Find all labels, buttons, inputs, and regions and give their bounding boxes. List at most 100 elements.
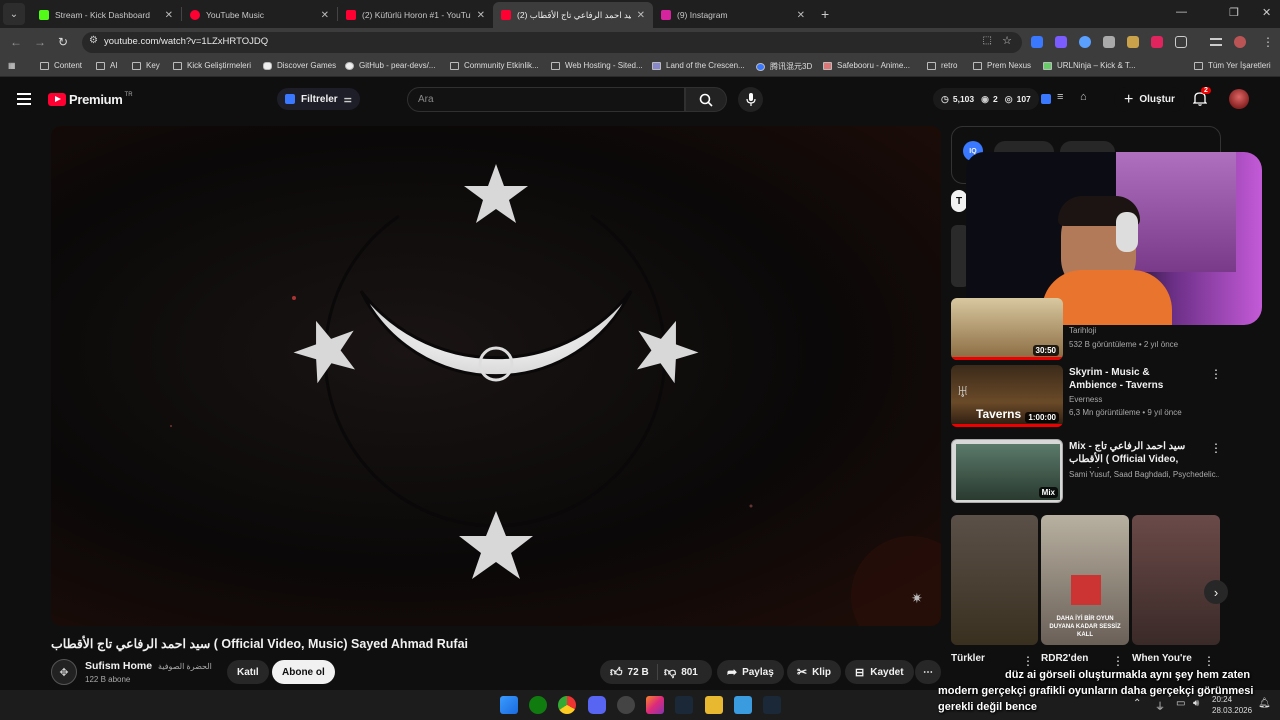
window-close-icon[interactable]: ✕ — [1262, 6, 1271, 19]
extension-icon[interactable] — [1127, 36, 1139, 48]
subscribe-button[interactable]: Abone ol — [272, 660, 335, 684]
filters-button[interactable]: Filtreler ⚌ — [277, 88, 360, 110]
account-avatar[interactable] — [1229, 89, 1249, 109]
reload-icon[interactable]: ↻ — [58, 35, 68, 49]
hamburger-menu-icon[interactable] — [17, 93, 31, 105]
close-tab-icon[interactable]: ✕ — [165, 10, 173, 21]
bookmark-link[interactable]: Web Hosting - Sited... — [551, 61, 643, 70]
bookmark-link[interactable]: Safebooru - Anime... — [823, 61, 910, 70]
short-title[interactable]: RDR2'den — [1041, 652, 1088, 665]
extension-icon[interactable] — [1041, 94, 1051, 104]
bookmark-star-icon[interactable]: ☆ — [1002, 34, 1012, 47]
dislike-button[interactable]: 👎︎ 801 — [658, 665, 698, 680]
tray-chevron-icon[interactable]: ⌃ — [1133, 698, 1141, 709]
obs-icon[interactable] — [617, 696, 635, 714]
new-tab-button[interactable]: + — [821, 6, 829, 22]
short-title[interactable]: Türkler — [951, 652, 985, 665]
bookmark-folder[interactable]: Content — [40, 61, 82, 70]
search-button[interactable] — [685, 87, 727, 112]
xbox-icon[interactable] — [529, 696, 547, 714]
volume-icon[interactable]: 🔊︎ — [1193, 698, 1199, 709]
file-explorer-icon[interactable] — [705, 696, 723, 714]
search-input[interactable]: Ara — [407, 87, 685, 112]
short-thumbnail[interactable]: DAHA İYİ BİR OYUN DUYANA KADAR SESSİZ KA… — [1041, 515, 1129, 645]
video-channel[interactable]: Tarihloji — [1069, 326, 1096, 335]
sidebar-chip-all[interactable]: T — [951, 190, 967, 212]
bookmark-folder[interactable]: Prem Nexus — [973, 61, 1031, 70]
like-button[interactable]: 👍︎ 72 B — [600, 664, 658, 680]
channel-avatar[interactable]: ✥ — [51, 659, 77, 685]
video-thumbnail[interactable]: 30:50 — [951, 298, 1063, 360]
video-title[interactable]: Mix - سيد احمد الرفاعي تاج الأقطاب ( Off… — [1069, 440, 1201, 468]
notification-center-icon[interactable]: 🔔︎ — [1258, 698, 1271, 709]
bookmark-folder[interactable]: AI — [96, 61, 118, 70]
extension-icon[interactable] — [1055, 36, 1067, 48]
close-tab-icon[interactable]: ✕ — [321, 10, 329, 21]
steam-icon[interactable] — [675, 696, 693, 714]
queue-icon[interactable]: ≡ — [1057, 91, 1063, 103]
clock-date[interactable]: 28.03.2026 — [1212, 706, 1252, 715]
more-vertical-icon[interactable]: ⋮ — [1210, 441, 1222, 455]
bookmark-link[interactable]: Land of the Crescen... — [652, 61, 745, 70]
bookmark-link[interactable]: URLNinja – Kick & T... — [1043, 61, 1136, 70]
extension-icon[interactable] — [1079, 36, 1091, 48]
back-icon[interactable]: ← — [10, 35, 22, 49]
bookmark-folder[interactable]: retro — [927, 61, 957, 70]
short-title[interactable]: When You're — [1132, 652, 1192, 665]
bookmark-folder[interactable]: Community Etkinlik... — [450, 61, 539, 70]
install-app-icon[interactable]: ⬚ — [983, 35, 992, 46]
more-vertical-icon[interactable]: ⋮ — [1203, 654, 1215, 668]
video-channel[interactable]: Everness — [1069, 395, 1102, 404]
mix-thumbnail[interactable]: Mix — [951, 439, 1063, 503]
bookmark-link[interactable]: GitHub - pear-devs/... — [345, 61, 435, 70]
tab-search-button[interactable]: ⌄ — [3, 3, 25, 25]
minimize-icon[interactable]: — — [1176, 6, 1187, 18]
restore-icon[interactable]: ❐ — [1229, 6, 1239, 19]
extension-icon[interactable] — [1151, 36, 1163, 48]
more-actions-button[interactable]: ⋯ — [915, 660, 941, 684]
voice-search-button[interactable] — [738, 87, 763, 112]
bookmark-folder[interactable]: Key — [132, 61, 160, 70]
extension-icon[interactable] — [1031, 36, 1043, 48]
bookmark-link[interactable]: 腾讯混元3D — [756, 61, 812, 72]
chrome-icon[interactable] — [558, 696, 576, 714]
short-thumbnail[interactable] — [1132, 515, 1220, 645]
more-vertical-icon[interactable]: ⋮ — [1022, 654, 1034, 668]
close-tab-icon[interactable]: ✕ — [477, 10, 485, 21]
extensions-puzzle-icon[interactable] — [1175, 36, 1187, 48]
bookmark-folder[interactable]: Kick Geliştirmeleri — [173, 61, 251, 70]
short-thumbnail[interactable] — [951, 515, 1038, 645]
instagram-icon[interactable] — [646, 696, 664, 714]
close-tab-icon[interactable]: ✕ — [637, 10, 645, 21]
notepad-icon[interactable] — [734, 696, 752, 714]
close-tab-icon[interactable]: ✕ — [797, 10, 805, 21]
video-player[interactable]: ✷ — [51, 126, 941, 626]
reading-list-icon[interactable] — [1210, 38, 1222, 46]
share-button[interactable]: ➦ Paylaş — [717, 660, 784, 684]
more-vertical-icon[interactable]: ⋮ — [1112, 654, 1124, 668]
clip-button[interactable]: ✂ Klip — [787, 660, 841, 684]
channel-name[interactable]: Sufism Home الحضرة الصوفية — [85, 660, 212, 672]
tab-kick-dashboard[interactable]: Stream - Kick Dashboard ✕ — [31, 2, 181, 28]
more-vertical-icon[interactable]: ⋮ — [1210, 367, 1222, 381]
video-thumbnail[interactable]: ♅ Taverns 1:00:00 — [951, 365, 1063, 427]
video-title[interactable]: Skyrim - Music & Ambience - Taverns — [1069, 366, 1199, 392]
steam-icon[interactable] — [763, 696, 781, 714]
browser-menu-icon[interactable]: ⋮ — [1262, 35, 1274, 49]
profile-avatar[interactable] — [1234, 36, 1246, 48]
cast-icon[interactable]: ⌂ — [1080, 91, 1087, 103]
discord-icon[interactable] — [588, 696, 606, 714]
network-icon[interactable]: ▭ — [1176, 698, 1185, 709]
apps-grid-icon[interactable]: ▦ — [8, 61, 16, 70]
tab-instagram[interactable]: (9) Instagram ✕ — [653, 2, 813, 28]
forward-icon[interactable]: → — [34, 35, 46, 49]
tab-youtube-music[interactable]: YouTube Music ✕ — [182, 2, 337, 28]
tab-kufurlu-horon[interactable]: (2) Küfürlü Horon #1 - YouTube ✕ — [338, 2, 493, 28]
bookmark-link[interactable]: Discover Games — [263, 61, 336, 70]
youtube-premium-logo[interactable]: Premium TR — [48, 92, 133, 107]
save-button[interactable]: ⊟ Kaydet — [845, 660, 914, 684]
start-windows-icon[interactable] — [500, 696, 518, 714]
stats-extension-bar[interactable]: ◷ 5,103 ◉ 2 ◎ 107 — [933, 88, 1039, 110]
tray-mic-icon[interactable]: ⏚ — [1155, 698, 1165, 713]
extension-icon[interactable] — [1103, 36, 1115, 48]
